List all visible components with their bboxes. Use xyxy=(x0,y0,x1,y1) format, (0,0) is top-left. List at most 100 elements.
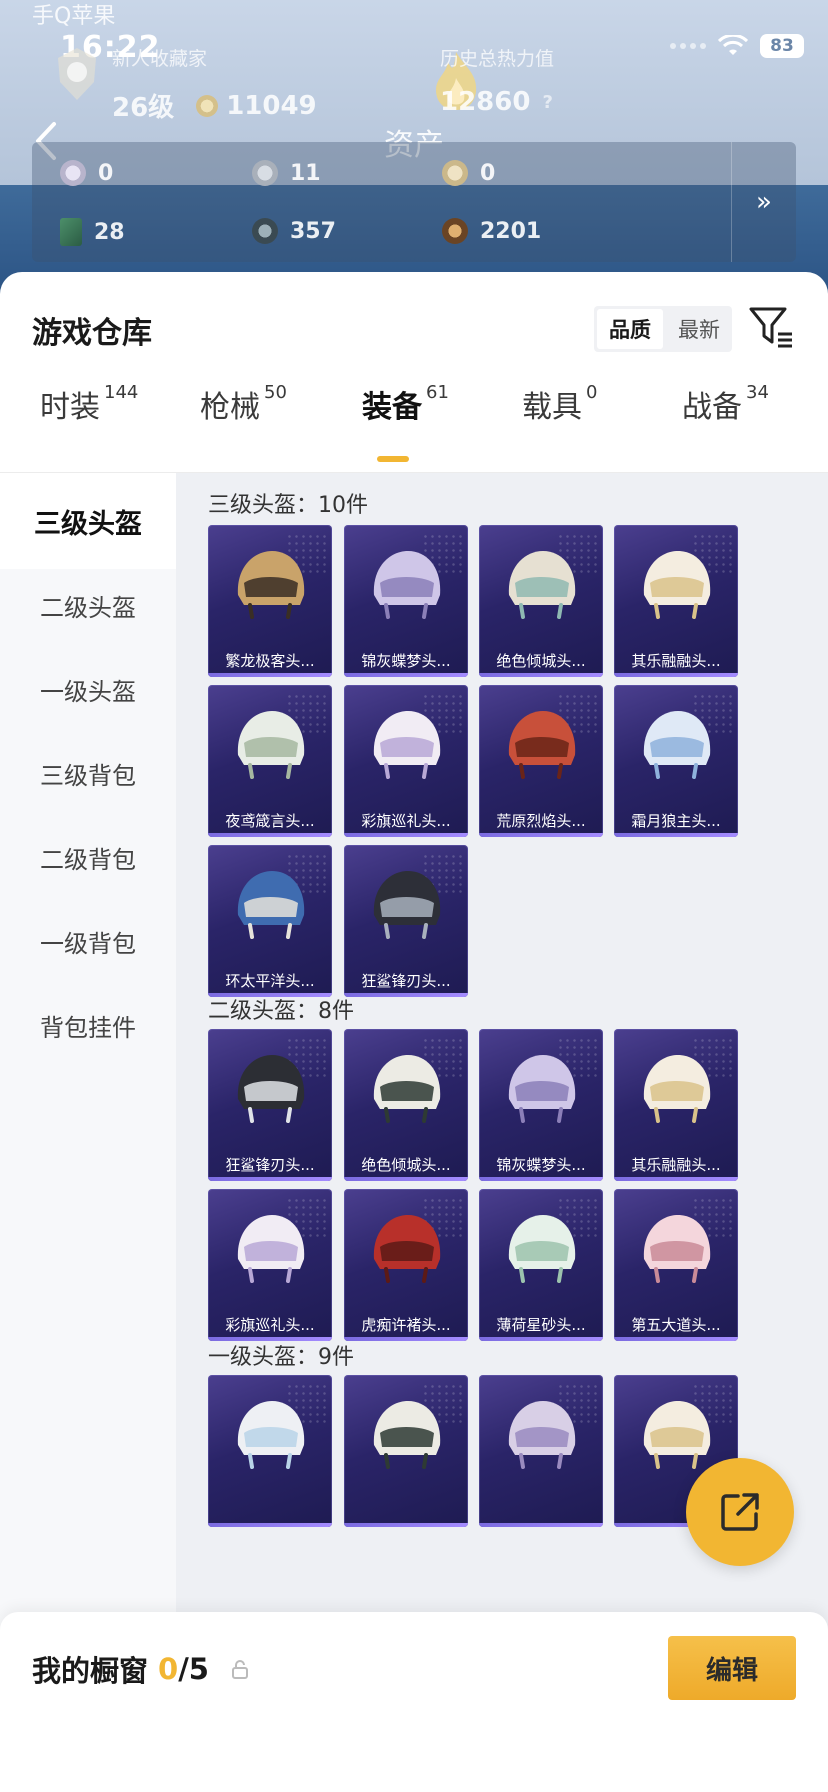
rarity-bar xyxy=(344,993,468,997)
helmet-icon xyxy=(643,1055,711,1123)
warehouse-card: 游戏仓库 品质 最新 时装 144 枪械 50 装备 61 载具 0 战备 34 xyxy=(0,272,828,1792)
sort-toggle: 品质 最新 xyxy=(594,306,732,352)
item-name: 繁龙极客头... xyxy=(225,652,315,670)
rarity-bar xyxy=(344,1177,468,1181)
gold-coin-icon xyxy=(442,160,468,186)
silver-coin-icon xyxy=(252,160,278,186)
item-tile[interactable] xyxy=(479,1375,603,1527)
item-name: 狂鲨锋刃头... xyxy=(361,972,451,990)
item-tile[interactable]: 彩旗巡礼头... xyxy=(344,685,468,837)
heat-stat: 历史总热力值 12860 ? xyxy=(440,44,554,117)
rarity-bar xyxy=(344,833,468,837)
wifi-icon xyxy=(718,35,748,55)
helmet-icon xyxy=(643,1401,711,1469)
asset-dark-coin: 357 xyxy=(252,218,336,244)
asset-gold-coin: 0 xyxy=(442,160,495,186)
rarity-bar xyxy=(344,673,468,677)
tab-supplies[interactable]: 战备 34 xyxy=(682,382,769,426)
sidebar-item-backpack-charm[interactable]: 背包挂件 xyxy=(0,977,176,1073)
asset-silver-coin: 11 xyxy=(252,160,321,186)
collector-stat: 新人收藏家 26级 11049 xyxy=(112,44,317,124)
asset-silver-token: 0 xyxy=(60,160,113,186)
sidebar-item-level3-helmet[interactable]: 三级头盔 xyxy=(0,473,176,569)
item-name: 狂鲨锋刃头... xyxy=(225,1156,315,1174)
item-tile[interactable]: 荒原烈焰头... xyxy=(479,685,603,837)
helmet-icon xyxy=(643,711,711,779)
asset-bronze-coin: 2201 xyxy=(442,218,541,244)
rarity-bar xyxy=(614,1337,738,1341)
showcase-total: /5 xyxy=(178,1652,209,1686)
item-tile[interactable] xyxy=(208,1375,332,1527)
sidebar-item-level2-backpack[interactable]: 二级背包 xyxy=(0,809,176,905)
rarity-bar xyxy=(344,1523,468,1527)
rarity-bar xyxy=(614,673,738,677)
tab-fashion[interactable]: 时装 144 xyxy=(40,382,138,426)
helmet-icon xyxy=(508,1401,576,1469)
rarity-bar xyxy=(208,993,332,997)
helmet-icon xyxy=(508,711,576,779)
rarity-bar xyxy=(344,1337,468,1341)
rarity-bar xyxy=(208,833,332,837)
double-chevron-right-icon: » xyxy=(756,187,772,217)
silver-token-icon xyxy=(60,160,86,186)
rarity-bar xyxy=(614,1177,738,1181)
edit-button[interactable]: 编辑 xyxy=(668,1636,796,1700)
collector-title: 新人收藏家 xyxy=(112,48,208,70)
share-button[interactable] xyxy=(686,1458,794,1566)
item-tile[interactable]: 其乐融融头... xyxy=(614,1029,738,1181)
item-name: 霜月狼主头... xyxy=(631,812,721,830)
helmet-icon xyxy=(643,551,711,619)
item-name: 锦灰蝶梦头... xyxy=(496,1156,586,1174)
tab-weapons[interactable]: 枪械 50 xyxy=(200,382,287,426)
sidebar-item-level1-backpack[interactable]: 一级背包 xyxy=(0,893,176,989)
item-tile[interactable]: 狂鲨锋刃头... xyxy=(208,1029,332,1181)
item-tile[interactable]: 锦灰蝶梦头... xyxy=(344,525,468,677)
item-tile[interactable]: 第五大道头... xyxy=(614,1189,738,1341)
active-tab-indicator xyxy=(377,456,409,462)
rarity-bar xyxy=(208,1337,332,1341)
sidebar-item-level1-helmet[interactable]: 一级头盔 xyxy=(0,641,176,737)
rarity-bar xyxy=(479,833,603,837)
item-tile[interactable]: 锦灰蝶梦头... xyxy=(479,1029,603,1181)
item-tile[interactable]: 夜鸢箴言头... xyxy=(208,685,332,837)
item-name: 其乐融融头... xyxy=(631,652,721,670)
rarity-bar xyxy=(479,673,603,677)
sort-quality-button[interactable]: 品质 xyxy=(597,309,663,349)
item-tile[interactable]: 环太平洋头... xyxy=(208,845,332,997)
item-tile[interactable]: 其乐融融头... xyxy=(614,525,738,677)
helmet-icon xyxy=(237,1055,305,1123)
helmet-icon xyxy=(237,1401,305,1469)
item-tile[interactable]: 虎痴许褚头... xyxy=(344,1189,468,1341)
tab-equipment[interactable]: 装备 61 xyxy=(362,382,449,426)
helmet-icon xyxy=(237,871,305,939)
sidebar-item-level3-backpack[interactable]: 三级背包 xyxy=(0,725,176,821)
filter-icon[interactable] xyxy=(748,304,794,350)
helmet-icon xyxy=(508,551,576,619)
item-tile[interactable] xyxy=(344,1375,468,1527)
heat-value: 12860 xyxy=(440,87,531,117)
helmet-icon xyxy=(508,1055,576,1123)
item-tile[interactable]: 薄荷星砂头... xyxy=(479,1189,603,1341)
tab-vehicles[interactable]: 载具 0 xyxy=(522,382,597,426)
asset-panel[interactable]: 0 11 0 28 357 2201 » xyxy=(32,142,796,262)
helmet-icon xyxy=(508,1215,576,1283)
asset-more-button[interactable]: » xyxy=(731,142,796,262)
points-icon xyxy=(196,94,219,117)
helmet-icon xyxy=(643,1215,711,1283)
item-tile[interactable]: 狂鲨锋刃头... xyxy=(344,845,468,997)
item-tile[interactable]: 繁龙极客头... xyxy=(208,525,332,677)
help-icon[interactable]: ? xyxy=(542,92,552,113)
showcase-current: 0 xyxy=(158,1652,179,1686)
rarity-bar xyxy=(614,833,738,837)
item-tile[interactable]: 绝色倾城头... xyxy=(344,1029,468,1181)
item-tile[interactable]: 霜月狼主头... xyxy=(614,685,738,837)
helmet-icon xyxy=(373,1055,441,1123)
sort-newest-button[interactable]: 最新 xyxy=(666,306,732,352)
rarity-bar xyxy=(208,673,332,677)
lock-icon xyxy=(231,1660,248,1679)
item-name: 虎痴许褚头... xyxy=(361,1316,451,1334)
sidebar-item-level2-helmet[interactable]: 二级头盔 xyxy=(0,557,176,653)
points-value: 11049 xyxy=(226,90,317,121)
item-tile[interactable]: 彩旗巡礼头... xyxy=(208,1189,332,1341)
item-tile[interactable]: 绝色倾城头... xyxy=(479,525,603,677)
